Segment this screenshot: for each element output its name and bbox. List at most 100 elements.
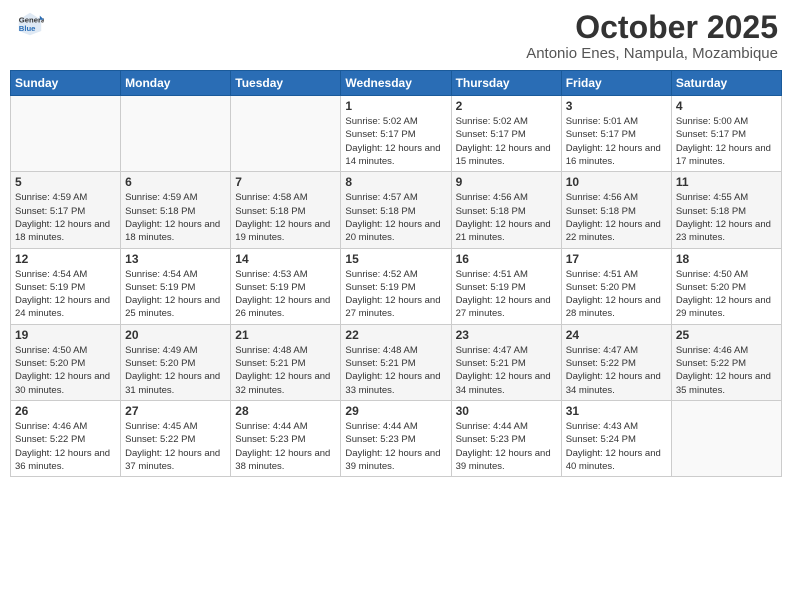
weekday-header-row: SundayMondayTuesdayWednesdayThursdayFrid… — [11, 71, 782, 96]
day-info: Sunrise: 4:45 AM Sunset: 5:22 PM Dayligh… — [125, 420, 226, 473]
calendar-cell: 9Sunrise: 4:56 AM Sunset: 5:18 PM Daylig… — [451, 172, 561, 248]
day-number: 8 — [345, 175, 446, 189]
day-info: Sunrise: 4:48 AM Sunset: 5:21 PM Dayligh… — [235, 344, 336, 397]
week-row-3: 12 Sunrise: 4:54 AM Sunset: 5:19 PM Dayli… — [11, 248, 782, 324]
day-number: 24 — [566, 328, 667, 342]
day-number: 27 — [125, 404, 226, 418]
weekday-header-monday: Monday — [121, 71, 231, 96]
calendar-cell: 12 Sunrise: 4:54 AM Sunset: 5:19 PM Dayli… — [11, 248, 121, 324]
day-number: 20 — [125, 328, 226, 342]
day-number: 30 — [456, 404, 557, 418]
calendar-cell: 29Sunrise: 4:44 AM Sunset: 5:23 PM Dayli… — [341, 400, 451, 476]
day-number: 18 — [676, 252, 777, 266]
day-number: 3 — [566, 99, 667, 113]
day-number: 25 — [676, 328, 777, 342]
day-info: Sunrise: 4:54 AM Sunset: 5:19 PM Dayligh… — [15, 268, 116, 321]
day-info: Sunrise: 4:48 AM Sunset: 5:21 PM Dayligh… — [345, 344, 446, 397]
location-subtitle: Antonio Enes, Nampula, Mozambique — [526, 45, 778, 62]
day-number: 22 — [345, 328, 446, 342]
day-info: Sunrise: 5:02 AM Sunset: 5:17 PM Dayligh… — [345, 115, 446, 168]
day-number: 2 — [456, 99, 557, 113]
calendar-cell: 19Sunrise: 4:50 AM Sunset: 5:20 PM Dayli… — [11, 324, 121, 400]
day-info: Sunrise: 4:43 AM Sunset: 5:24 PM Dayligh… — [566, 420, 667, 473]
day-number: 28 — [235, 404, 336, 418]
calendar-cell: 13 Sunrise: 4:54 AM Sunset: 5:19 PM Dayli… — [121, 248, 231, 324]
day-info: Sunrise: 4:53 AM Sunset: 5:19 PM Dayligh… — [235, 268, 336, 321]
day-info: Sunrise: 4:46 AM Sunset: 5:22 PM Dayligh… — [15, 420, 116, 473]
calendar-cell: 22 Sunrise: 4:48 AM Sunset: 5:21 PM Dayli… — [341, 324, 451, 400]
calendar-cell: 27 Sunrise: 4:45 AM Sunset: 5:22 PM Dayli… — [121, 400, 231, 476]
weekday-header-friday: Friday — [561, 71, 671, 96]
week-row-4: 19Sunrise: 4:50 AM Sunset: 5:20 PM Dayli… — [11, 324, 782, 400]
day-info: Sunrise: 4:44 AM Sunset: 5:23 PM Dayligh… — [456, 420, 557, 473]
day-info: Sunrise: 4:58 AM Sunset: 5:18 PM Dayligh… — [235, 191, 336, 244]
calendar-cell: 5Sunrise: 4:59 AM Sunset: 5:17 PM Daylig… — [11, 172, 121, 248]
calendar-cell: 10 Sunrise: 4:56 AM Sunset: 5:18 PM Dayli… — [561, 172, 671, 248]
day-number: 15 — [345, 252, 446, 266]
day-number: 29 — [345, 404, 446, 418]
day-number: 13 — [125, 252, 226, 266]
day-number: 31 — [566, 404, 667, 418]
logo-icon: General Blue — [16, 10, 44, 38]
day-number: 16 — [456, 252, 557, 266]
day-info: Sunrise: 5:02 AM Sunset: 5:17 PM Dayligh… — [456, 115, 557, 168]
day-info: Sunrise: 4:50 AM Sunset: 5:20 PM Dayligh… — [676, 268, 777, 321]
calendar-cell — [121, 96, 231, 172]
day-number: 26 — [15, 404, 116, 418]
day-number: 17 — [566, 252, 667, 266]
logo: General Blue — [14, 10, 44, 43]
day-info: Sunrise: 4:56 AM Sunset: 5:18 PM Dayligh… — [566, 191, 667, 244]
weekday-header-sunday: Sunday — [11, 71, 121, 96]
day-info: Sunrise: 4:47 AM Sunset: 5:21 PM Dayligh… — [456, 344, 557, 397]
day-info: Sunrise: 4:49 AM Sunset: 5:20 PM Dayligh… — [125, 344, 226, 397]
day-number: 23 — [456, 328, 557, 342]
calendar-cell: 26 Sunrise: 4:46 AM Sunset: 5:22 PM Dayli… — [11, 400, 121, 476]
week-row-5: 26 Sunrise: 4:46 AM Sunset: 5:22 PM Dayli… — [11, 400, 782, 476]
calendar-cell: 4Sunrise: 5:00 AM Sunset: 5:17 PM Daylig… — [671, 96, 781, 172]
page-header: General Blue October 2025 Antonio Enes, … — [10, 10, 782, 62]
calendar-cell: 2 Sunrise: 5:02 AM Sunset: 5:17 PM Daylig… — [451, 96, 561, 172]
day-number: 1 — [345, 99, 446, 113]
day-info: Sunrise: 4:57 AM Sunset: 5:18 PM Dayligh… — [345, 191, 446, 244]
calendar-cell: 8 Sunrise: 4:57 AM Sunset: 5:18 PM Daylig… — [341, 172, 451, 248]
day-info: Sunrise: 4:59 AM Sunset: 5:18 PM Dayligh… — [125, 191, 226, 244]
weekday-header-thursday: Thursday — [451, 71, 561, 96]
weekday-header-saturday: Saturday — [671, 71, 781, 96]
day-info: Sunrise: 4:51 AM Sunset: 5:19 PM Dayligh… — [456, 268, 557, 321]
calendar-cell: 18 Sunrise: 4:50 AM Sunset: 5:20 PM Dayli… — [671, 248, 781, 324]
day-number: 12 — [15, 252, 116, 266]
calendar-cell: 16 Sunrise: 4:51 AM Sunset: 5:19 PM Dayli… — [451, 248, 561, 324]
weekday-header-wednesday: Wednesday — [341, 71, 451, 96]
day-info: Sunrise: 4:44 AM Sunset: 5:23 PM Dayligh… — [235, 420, 336, 473]
day-info: Sunrise: 5:01 AM Sunset: 5:17 PM Dayligh… — [566, 115, 667, 168]
day-info: Sunrise: 4:52 AM Sunset: 5:19 PM Dayligh… — [345, 268, 446, 321]
day-number: 21 — [235, 328, 336, 342]
day-number: 19 — [15, 328, 116, 342]
day-number: 11 — [676, 175, 777, 189]
day-number: 7 — [235, 175, 336, 189]
calendar-cell: 28 Sunrise: 4:44 AM Sunset: 5:23 PM Dayli… — [231, 400, 341, 476]
day-info: Sunrise: 5:00 AM Sunset: 5:17 PM Dayligh… — [676, 115, 777, 168]
day-number: 6 — [125, 175, 226, 189]
calendar-table: SundayMondayTuesdayWednesdayThursdayFrid… — [10, 70, 782, 477]
calendar-cell: 21 Sunrise: 4:48 AM Sunset: 5:21 PM Dayli… — [231, 324, 341, 400]
weekday-header-tuesday: Tuesday — [231, 71, 341, 96]
calendar-cell: 6 Sunrise: 4:59 AM Sunset: 5:18 PM Daylig… — [121, 172, 231, 248]
day-number: 10 — [566, 175, 667, 189]
calendar-cell: 11 Sunrise: 4:55 AM Sunset: 5:18 PM Dayli… — [671, 172, 781, 248]
calendar-cell: 15 Sunrise: 4:52 AM Sunset: 5:19 PM Dayli… — [341, 248, 451, 324]
calendar-cell: 20 Sunrise: 4:49 AM Sunset: 5:20 PM Dayli… — [121, 324, 231, 400]
calendar-cell: 30 Sunrise: 4:44 AM Sunset: 5:23 PM Dayli… — [451, 400, 561, 476]
calendar-cell: 23 Sunrise: 4:47 AM Sunset: 5:21 PM Dayli… — [451, 324, 561, 400]
calendar-cell — [11, 96, 121, 172]
day-info: Sunrise: 4:55 AM Sunset: 5:18 PM Dayligh… — [676, 191, 777, 244]
calendar-cell: 24Sunrise: 4:47 AM Sunset: 5:22 PM Dayli… — [561, 324, 671, 400]
week-row-2: 5Sunrise: 4:59 AM Sunset: 5:17 PM Daylig… — [11, 172, 782, 248]
calendar-cell: 31 Sunrise: 4:43 AM Sunset: 5:24 PM Dayli… — [561, 400, 671, 476]
calendar-cell: 3 Sunrise: 5:01 AM Sunset: 5:17 PM Daylig… — [561, 96, 671, 172]
day-info: Sunrise: 4:54 AM Sunset: 5:19 PM Dayligh… — [125, 268, 226, 321]
calendar-cell: 17Sunrise: 4:51 AM Sunset: 5:20 PM Dayli… — [561, 248, 671, 324]
day-number: 14 — [235, 252, 336, 266]
calendar-cell — [671, 400, 781, 476]
calendar-cell: 25Sunrise: 4:46 AM Sunset: 5:22 PM Dayli… — [671, 324, 781, 400]
